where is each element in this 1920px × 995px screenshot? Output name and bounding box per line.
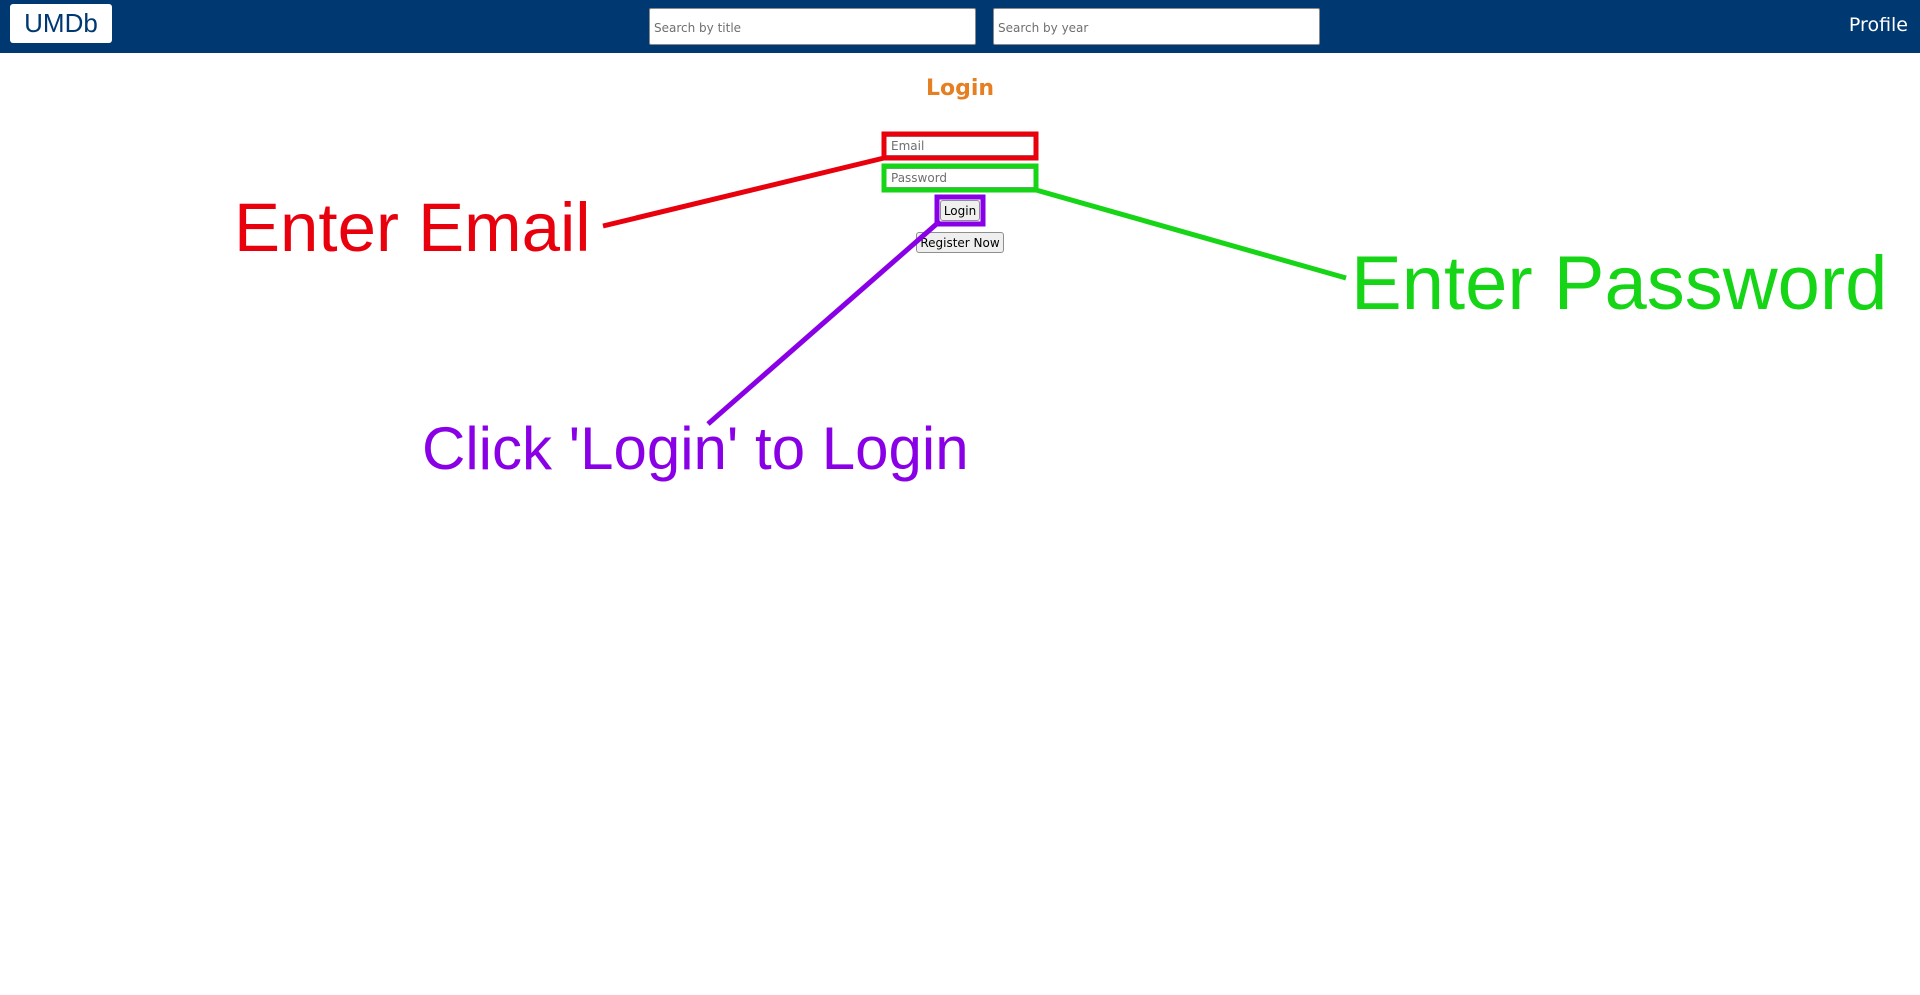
password-pointer-line (1035, 187, 1347, 281)
login-pointer-line (706, 219, 942, 426)
register-now-button[interactable]: Register Now (916, 232, 1004, 253)
annotation-enter-password: Enter Password (1351, 241, 1888, 326)
password-field[interactable] (885, 168, 1035, 188)
annotation-click-login: Click 'Login' to Login (422, 415, 969, 482)
email-pointer-line (602, 155, 885, 229)
page: UMDb Profile Login Login Register Now En… (0, 0, 1920, 995)
email-field[interactable] (885, 136, 1035, 156)
login-button[interactable]: Login (940, 200, 980, 221)
search-by-year-input[interactable] (993, 8, 1320, 45)
login-heading: Login (925, 76, 995, 101)
profile-link[interactable]: Profile (1849, 14, 1908, 36)
site-logo[interactable]: UMDb (10, 4, 112, 43)
search-by-title-input[interactable] (649, 8, 976, 45)
navbar: UMDb Profile (0, 0, 1920, 53)
annotation-enter-email: Enter Email (234, 189, 591, 266)
